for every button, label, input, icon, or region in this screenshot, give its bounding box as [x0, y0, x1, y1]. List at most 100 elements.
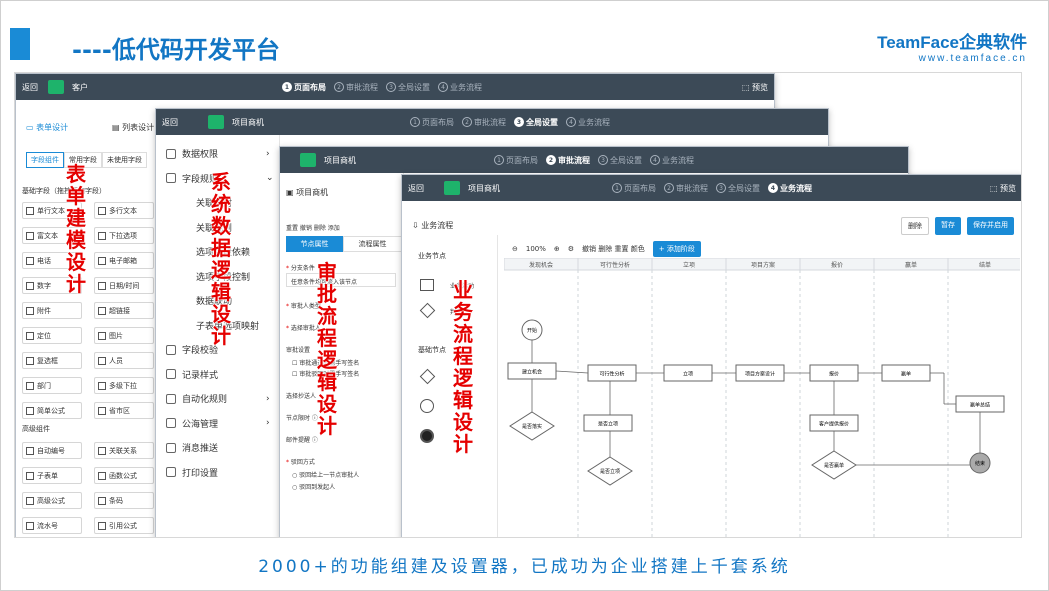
lane-title: 项目方案: [751, 261, 775, 269]
reject-to-initiator-radio[interactable]: ○ 驳回到发起人: [292, 482, 335, 491]
node-shape-end[interactable]: [420, 429, 434, 443]
w2-topbar: 返回 项目商机 1 页面布局 2 审批流程 3 全局设置 4 业务流程: [156, 109, 828, 135]
biz-activity-shape[interactable]: [420, 279, 434, 291]
w4-preview-button[interactable]: ⬚ 预览: [990, 183, 1016, 194]
field-component-20[interactable]: 子表单: [22, 467, 82, 484]
reject-to-previous-radio[interactable]: ○ 驳回给上一节点审批人: [292, 470, 359, 479]
field-component-25[interactable]: 引用公式: [94, 517, 154, 534]
field-type-icon: [26, 406, 34, 415]
node-win-summary-label: 赢单总结: [970, 402, 990, 409]
branch-condition-select[interactable]: 任意条件均可流入该节点: [286, 273, 396, 287]
field-component-1[interactable]: 多行文本: [94, 202, 154, 219]
field-component-12[interactable]: 复选框: [22, 352, 82, 369]
field-component-13[interactable]: 人员: [94, 352, 154, 369]
field-component-10[interactable]: 定位: [22, 327, 82, 344]
zoom-in-icon[interactable]: ⊕: [554, 245, 560, 253]
settings-menu-item-9[interactable]: 记录样式: [166, 368, 218, 381]
save-enable-button[interactable]: 保存并启用: [967, 217, 1014, 235]
field-component-11[interactable]: 图片: [94, 327, 154, 344]
field-type-icon: [26, 306, 34, 315]
settings-menu-item-13[interactable]: 打印设置: [166, 466, 218, 479]
field-type-icon: [98, 206, 106, 215]
lane-title: 赢单: [905, 261, 917, 269]
settings-menu-item-12[interactable]: 消息推送: [166, 441, 218, 454]
w4-app-name: 项目商机: [468, 183, 500, 193]
w3-step-4[interactable]: 4 业务流程: [650, 155, 694, 166]
field-component-7[interactable]: 日期/时间: [94, 277, 154, 294]
field-component-24[interactable]: 流水号: [22, 517, 82, 534]
field-component-15[interactable]: 多级下拉: [94, 377, 154, 394]
w2-back-button[interactable]: 返回: [162, 117, 178, 128]
w4-step-4[interactable]: 4 业务流程: [768, 183, 812, 194]
subtab-components[interactable]: 字段组件: [26, 152, 64, 168]
w4-step-1[interactable]: 1 页面布局: [612, 183, 656, 194]
slide-title: ----低代码开发平台: [72, 36, 280, 64]
field-component-label: 下拉选项: [109, 231, 137, 240]
w4-steps: 1 页面布局 2 审批流程 3 全局设置 4 业务流程: [612, 183, 812, 194]
field-component-3[interactable]: 下拉选项: [94, 227, 154, 244]
field-component-label: 单行文本: [37, 206, 65, 215]
w1-preview-button[interactable]: ⬚ 预览: [742, 82, 768, 93]
flow-connector[interactable]: [555, 370, 589, 374]
w1-back-button[interactable]: 返回: [22, 82, 38, 93]
save-draft-button[interactable]: 暂存: [935, 217, 961, 235]
field-component-19[interactable]: 关联关系: [94, 442, 154, 459]
w3-step-2[interactable]: 2 审批流程: [546, 155, 590, 166]
field-component-23[interactable]: 条码: [94, 492, 154, 509]
node-shape-circle[interactable]: [420, 399, 434, 413]
field-component-16[interactable]: 简单公式: [22, 402, 82, 419]
node-shape-gateway[interactable]: [419, 368, 436, 385]
field-component-14[interactable]: 部门: [22, 377, 82, 394]
settings-menu-item-10[interactable]: 自动化规则 ›: [166, 392, 270, 405]
zoom-out-icon[interactable]: ⊖: [512, 245, 518, 253]
field-component-22[interactable]: 高级公式: [22, 492, 82, 509]
w3-step-1[interactable]: 1 页面布局: [494, 155, 538, 166]
add-stage-button[interactable]: + 添加阶段: [652, 241, 701, 257]
w2-app-name: 项目商机: [232, 117, 264, 127]
field-component-17[interactable]: 省市区: [94, 402, 154, 419]
w1-step-4[interactable]: 4 业务流程: [438, 82, 482, 93]
w4-topbar: 返回 项目商机 1 页面布局 2 审批流程 3 全局设置 4 业务流程 ⬚ 预览: [402, 175, 1021, 201]
menu-icon: [166, 369, 176, 379]
w4-back-button[interactable]: 返回: [408, 183, 424, 194]
w4-canvas-toolbar: ⊖ 100% ⊕ ⚙ 撤销 删除 重置 颜色 + 添加阶段: [512, 241, 701, 257]
settings-menu-item-11[interactable]: 公海管理 ›: [166, 417, 270, 430]
tab-form-design[interactable]: ▭ 表单设计: [26, 122, 68, 133]
w1-steps: 1 页面布局 2 审批流程 3 全局设置 4 业务流程: [282, 82, 482, 93]
field-component-label: 多级下拉: [109, 381, 137, 390]
w3-toolbar[interactable]: 重置 撤销 删除 添加: [286, 223, 340, 232]
field-component-21[interactable]: 函数公式: [94, 467, 154, 484]
subtab-unused[interactable]: 未使用字段: [102, 152, 147, 168]
w2-step-3[interactable]: 3 全局设置: [514, 117, 558, 128]
w2-step-1[interactable]: 1 页面布局: [410, 117, 454, 128]
w1-step-2[interactable]: 2 审批流程: [334, 82, 378, 93]
flow-diagram: 发现机会 可行性分析 立项 项目方案 报价 赢单 结单开始建立机会 可行性分析 立项 项目方案设计…: [504, 258, 1020, 537]
delete-button[interactable]: 删除: [901, 217, 929, 235]
w4-step-2[interactable]: 2 审批流程: [664, 183, 708, 194]
tab-flow-props[interactable]: 流程属性: [343, 236, 402, 252]
w1-step-3[interactable]: 3 全局设置: [386, 82, 430, 93]
basic-nodes-title: 基础节点: [418, 346, 446, 354]
lane-title: 立项: [683, 261, 695, 269]
field-component-18[interactable]: 自动编号: [22, 442, 82, 459]
w3-panel-title: ▣ 项目商机: [286, 188, 329, 197]
w4-step-3[interactable]: 3 全局设置: [716, 183, 760, 194]
zoom-level: 100%: [525, 245, 546, 253]
w1-step-1[interactable]: 1 页面布局: [282, 82, 326, 93]
settings-menu-item-0[interactable]: 数据权限 ›: [166, 147, 270, 160]
field-component-9[interactable]: 超链接: [94, 302, 154, 319]
canvas-tools[interactable]: 撤销 删除 重置 颜色: [582, 244, 645, 254]
judge-shape[interactable]: [419, 302, 436, 319]
tab-list-design[interactable]: ▤ 列表设计: [112, 122, 154, 133]
field-component-label: 富文本: [37, 231, 58, 240]
w3-step-3[interactable]: 3 全局设置: [598, 155, 642, 166]
field-component-8[interactable]: 附件: [22, 302, 82, 319]
w2-step-2[interactable]: 2 审批流程: [462, 117, 506, 128]
w2-step-4[interactable]: 4 业务流程: [566, 117, 610, 128]
settings-icon[interactable]: ⚙: [568, 245, 574, 253]
w3-topbar: 项目商机 1 页面布局 2 审批流程 3 全局设置 4 业务流程: [280, 147, 908, 173]
tab-node-props[interactable]: 节点属性: [286, 236, 343, 252]
field-component-5[interactable]: 电子邮箱: [94, 252, 154, 269]
field-component-label: 高级公式: [37, 496, 65, 505]
node-opportunity-label: 建立机会: [522, 369, 542, 376]
